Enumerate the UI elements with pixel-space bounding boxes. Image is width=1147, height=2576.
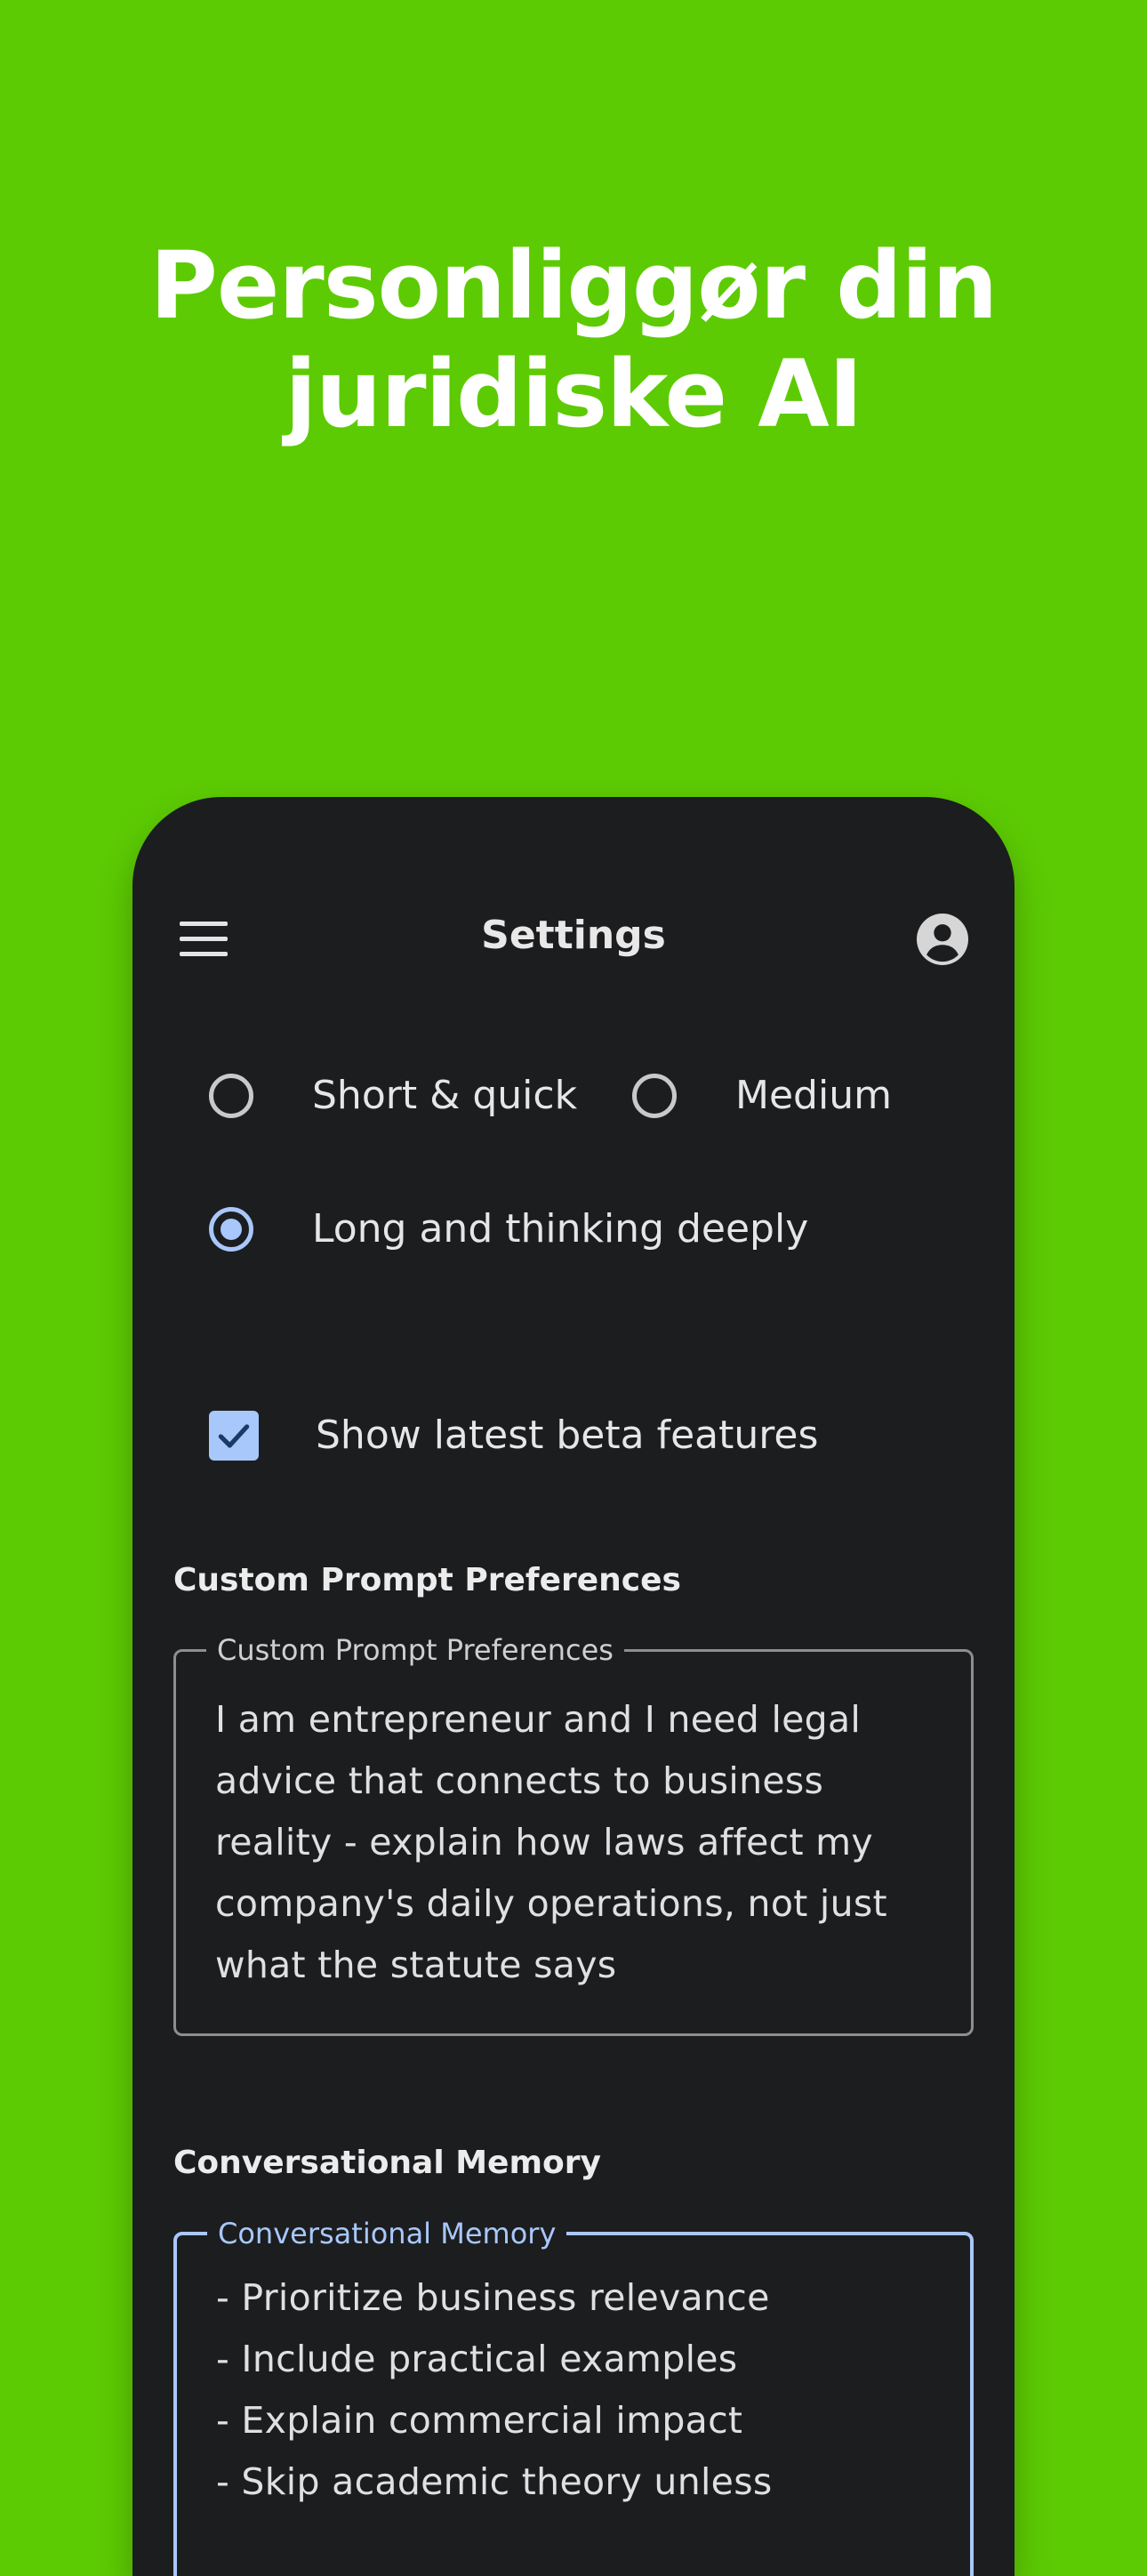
custom-prompt-value[interactable]: I am entrepreneur and I need legal advic… [215,1689,932,1996]
radio-option-medium[interactable]: Medium [632,1069,892,1123]
radio-label-long: Long and thinking deeply [312,1206,809,1252]
page-title: Settings [481,913,666,958]
memory-field-label: Conversational Memory [207,2216,567,2251]
phone-screen: Settings Short & quick Medium Long and t… [132,797,1015,2576]
radio-option-short[interactable]: Short & quick [209,1069,577,1123]
radio-button[interactable] [209,1074,253,1118]
radio-label-short: Short & quick [312,1073,578,1118]
headline: Personliggør din juridiske AI [0,231,1147,448]
radio-button[interactable] [632,1074,677,1118]
memory-section-title: Conversational Memory [173,2145,601,2181]
custom-prompt-section-title: Custom Prompt Preferences [173,1562,681,1598]
beta-features-label: Show latest beta features [316,1413,819,1458]
memory-value[interactable]: - Prioritize business relevance - Includ… [216,2267,931,2513]
beta-features-checkbox[interactable] [209,1411,259,1461]
headline-line-2: juridiske AI [285,340,863,448]
custom-prompt-field-label: Custom Prompt Preferences [206,1632,624,1668]
radio-button-selected[interactable] [209,1207,253,1252]
checkmark-icon [218,1424,250,1448]
custom-prompt-textarea[interactable]: Custom Prompt Preferences I am entrepren… [173,1632,974,2036]
memory-textarea[interactable]: Conversational Memory - Prioritize busin… [173,2216,974,2576]
account-circle-icon[interactable] [917,914,968,965]
radio-label-medium: Medium [735,1073,892,1118]
headline-line-1: Personliggør din [149,231,999,340]
radio-option-long[interactable]: Long and thinking deeply [209,1203,808,1256]
